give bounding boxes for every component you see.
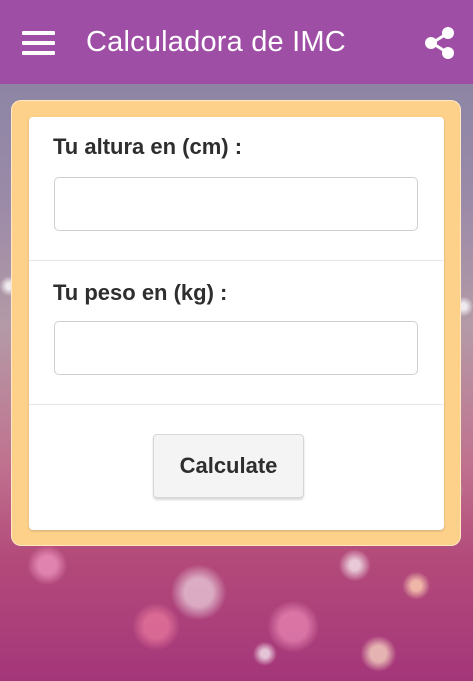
hamburger-menu-icon[interactable] (22, 31, 55, 55)
menu-line (22, 41, 55, 45)
calculate-button[interactable]: Calculate (153, 434, 304, 498)
app-title: Calculadora de IMC (86, 26, 346, 58)
height-input[interactable] (54, 177, 418, 231)
height-label: Tu altura en (cm) : (53, 134, 243, 159)
menu-line (22, 31, 55, 35)
divider (29, 260, 444, 261)
divider (29, 404, 444, 405)
weight-label: Tu peso en (kg) : (53, 280, 228, 305)
app-bar: Calculadora de IMC (0, 0, 473, 84)
menu-line (22, 51, 55, 55)
share-icon[interactable] (424, 26, 456, 60)
weight-input[interactable] (54, 321, 418, 375)
